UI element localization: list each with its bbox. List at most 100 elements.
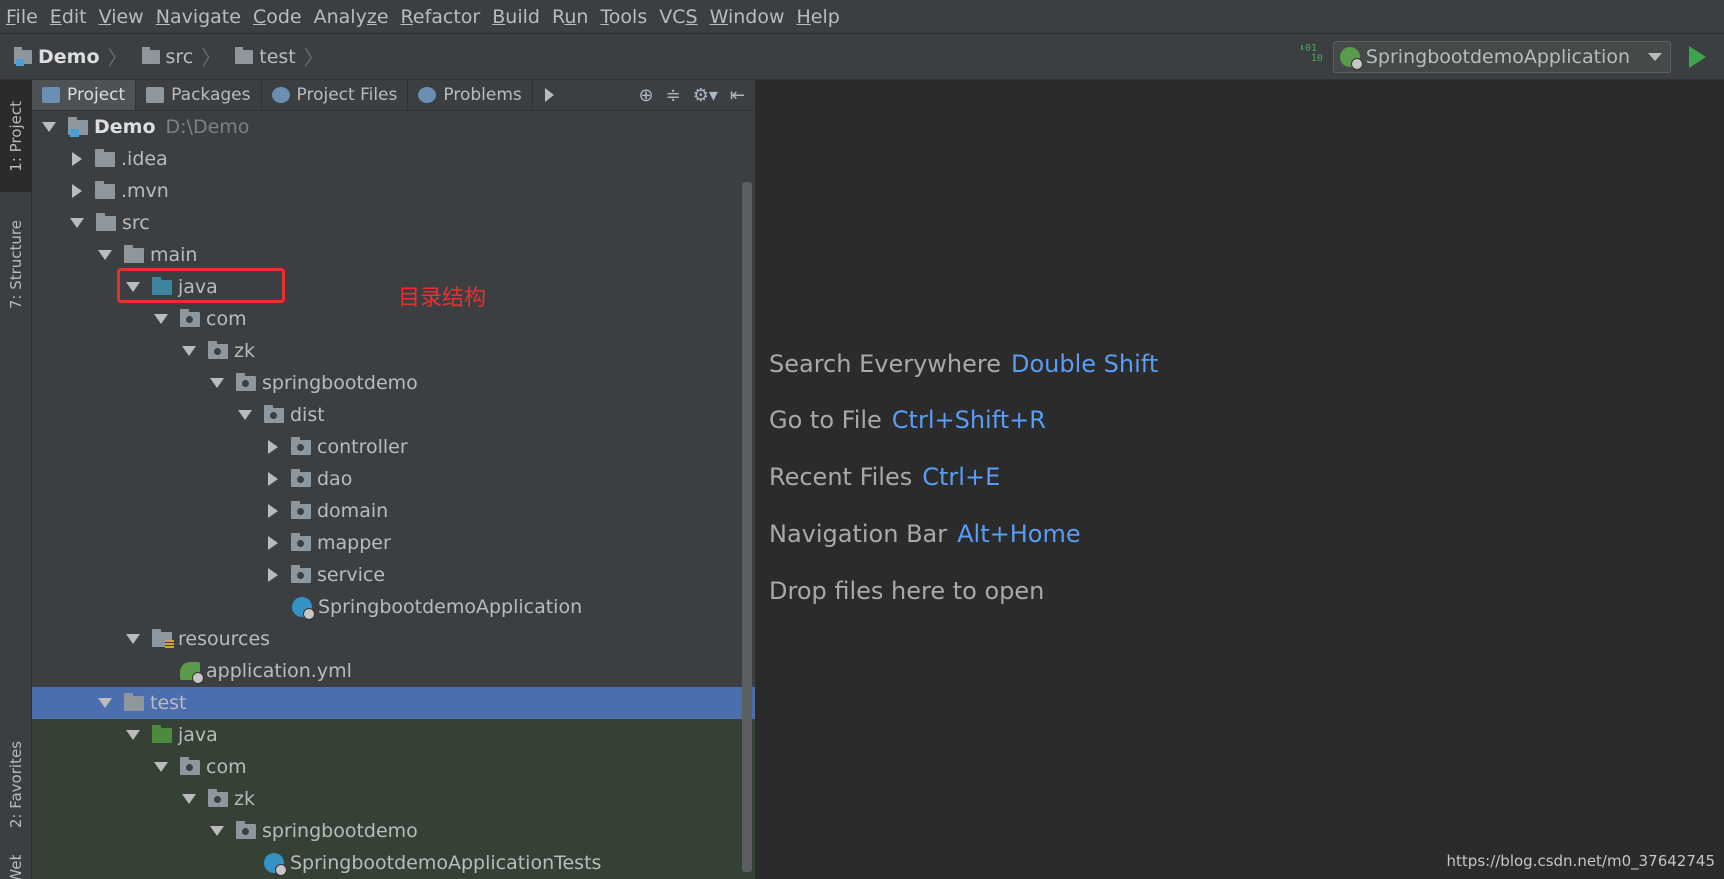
package-icon <box>291 436 311 455</box>
breadcrumb-label: src <box>165 45 194 68</box>
navigation-bar: Demo 〉 src 〉 test 〉 ⬇01 10 Springbootdem… <box>0 34 1724 80</box>
menu-edit[interactable]: Edit <box>44 6 93 28</box>
tab-project-files[interactable]: Project Files <box>262 80 409 110</box>
expanded-arrow-icon[interactable] <box>182 794 196 804</box>
menu-vcs[interactable]: VCS <box>653 6 703 28</box>
tab-label: Project Files <box>296 85 398 105</box>
hint-go-to-file: Go to File Ctrl+Shift+R <box>769 406 1046 434</box>
tree-scrollbar[interactable] <box>742 182 752 872</box>
collapsed-arrow-icon[interactable] <box>268 472 278 486</box>
tree-label: domain <box>317 500 389 522</box>
side-tab-web[interactable]: Web <box>0 855 31 879</box>
collapsed-arrow-icon[interactable] <box>268 504 278 518</box>
tree-label: main <box>150 244 198 266</box>
hint-shortcut: Alt+Home <box>957 520 1081 548</box>
expanded-arrow-icon[interactable] <box>126 730 140 740</box>
side-tab-project[interactable]: 1: Project <box>0 80 31 192</box>
resources-folder-icon <box>152 628 174 649</box>
tree-label: Demo <box>94 116 156 138</box>
tree-label: com <box>206 756 247 778</box>
expanded-arrow-icon[interactable] <box>210 826 224 836</box>
expanded-arrow-icon[interactable] <box>70 218 84 228</box>
expanded-arrow-icon[interactable] <box>182 346 196 356</box>
collapsed-arrow-icon[interactable] <box>268 536 278 550</box>
side-tab-structure[interactable]: 7: Structure <box>0 202 31 327</box>
tree-row[interactable]: application.yml <box>32 655 755 687</box>
tree-row[interactable]: src <box>32 207 755 239</box>
tree-row[interactable]: springbootdemo <box>32 367 755 399</box>
tree-row[interactable]: controller <box>32 431 755 463</box>
collapsed-arrow-icon[interactable] <box>72 152 82 166</box>
tree-row[interactable]: SpringbootdemoApplication <box>32 591 755 623</box>
tree-row[interactable]: zk <box>32 335 755 367</box>
menu-run[interactable]: Run <box>546 6 594 28</box>
menu-view[interactable]: View <box>93 6 150 28</box>
expanded-arrow-icon[interactable] <box>210 378 224 388</box>
menu-file[interactable]: File <box>0 6 44 28</box>
breadcrumb-item-test[interactable]: test 〉 <box>235 42 324 71</box>
tab-project[interactable]: Project <box>32 80 137 110</box>
collapse-all-icon[interactable]: ≑ <box>666 85 681 106</box>
expanded-arrow-icon[interactable] <box>238 410 252 420</box>
collapsed-arrow-icon[interactable] <box>72 184 82 198</box>
package-icon <box>291 500 311 519</box>
breadcrumb-item-src[interactable]: src 〉 <box>141 42 221 71</box>
highlight-box <box>117 268 285 303</box>
collapsed-arrow-icon[interactable] <box>268 440 278 454</box>
side-tab-label: 1: Project <box>6 100 25 172</box>
menu-help[interactable]: Help <box>790 6 845 28</box>
run-button[interactable] <box>1689 45 1706 68</box>
folder-icon <box>124 244 144 263</box>
menu-window[interactable]: Window <box>704 6 791 28</box>
expanded-arrow-icon[interactable] <box>98 698 112 708</box>
tree-row[interactable]: resources <box>32 623 755 655</box>
menu-build[interactable]: Build <box>486 6 546 28</box>
tab-problems[interactable]: Problems <box>408 80 533 110</box>
menu-navigate[interactable]: Navigate <box>150 6 247 28</box>
expanded-arrow-icon[interactable] <box>126 634 140 644</box>
package-icon <box>236 372 256 391</box>
tree-row[interactable]: mapper <box>32 527 755 559</box>
tree-row[interactable]: com <box>32 751 755 783</box>
side-tab-favorites[interactable]: 2: Favorites <box>0 720 31 850</box>
tree-label: zk <box>234 788 255 810</box>
tree-row[interactable]: main <box>32 239 755 271</box>
tree-label: .mvn <box>121 180 169 202</box>
package-icon <box>236 820 256 839</box>
tree-row[interactable]: zk <box>32 783 755 815</box>
expanded-arrow-icon[interactable] <box>154 762 168 772</box>
tree-row[interactable]: SpringbootdemoApplicationTests <box>32 847 755 879</box>
menu-code[interactable]: Code <box>247 6 308 28</box>
tree-row[interactable]: dist <box>32 399 755 431</box>
collapsed-arrow-icon[interactable] <box>268 568 278 582</box>
tab-packages[interactable]: Packages <box>136 80 262 110</box>
tree-row[interactable]: com <box>32 303 755 335</box>
locate-icon[interactable]: ⊕ <box>639 85 654 106</box>
tree-row[interactable]: dao <box>32 463 755 495</box>
tree-label: mapper <box>317 532 391 554</box>
folder-icon <box>124 692 144 711</box>
menu-tools[interactable]: Tools <box>594 6 653 28</box>
hint-text: Search Everywhere <box>769 350 1001 378</box>
tree-row[interactable]: test <box>32 687 755 719</box>
tree-row[interactable]: .mvn <box>32 175 755 207</box>
sort-binary-icon[interactable]: ⬇01 10 <box>1299 43 1325 70</box>
breadcrumb-label: test <box>259 45 296 68</box>
tree-row[interactable]: .idea <box>32 143 755 175</box>
expanded-arrow-icon[interactable] <box>42 122 56 132</box>
breadcrumb-item-demo[interactable]: Demo 〉 <box>14 42 128 71</box>
tree-row[interactable]: java <box>32 719 755 751</box>
test-source-folder-icon <box>152 724 172 743</box>
tree-row[interactable]: service <box>32 559 755 591</box>
more-tabs-icon[interactable] <box>544 88 554 102</box>
menu-refactor[interactable]: Refactor <box>395 6 487 28</box>
tree-row[interactable]: Demo D:\Demo <box>32 111 755 143</box>
expanded-arrow-icon[interactable] <box>98 250 112 260</box>
run-configuration-select[interactable]: SpringbootdemoApplication <box>1332 40 1671 73</box>
expanded-arrow-icon[interactable] <box>154 314 168 324</box>
gear-icon[interactable]: ⚙▾ <box>693 85 718 106</box>
menu-analyze[interactable]: Analyze <box>308 6 395 28</box>
hide-icon[interactable]: ⇤ <box>730 85 745 106</box>
tree-row[interactable]: springbootdemo <box>32 815 755 847</box>
tree-row[interactable]: domain <box>32 495 755 527</box>
